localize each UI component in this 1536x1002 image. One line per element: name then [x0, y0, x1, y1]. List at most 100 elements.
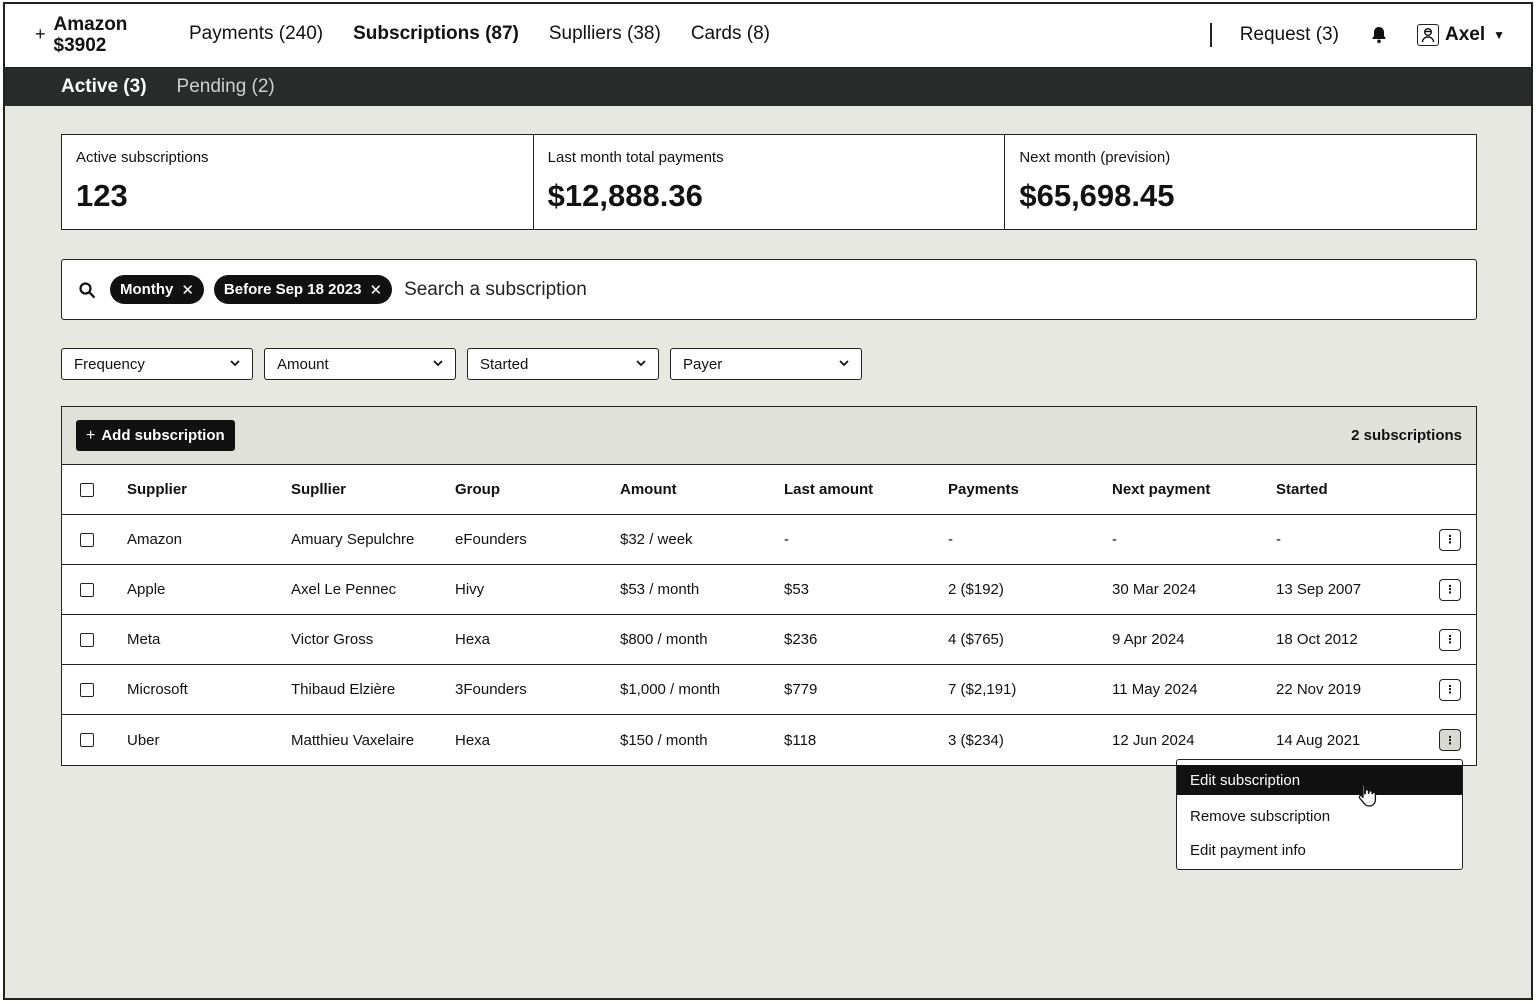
frequency-select[interactable]: Frequency [61, 348, 253, 380]
row-checkbox[interactable] [80, 733, 94, 747]
chevron-down-icon [433, 358, 443, 370]
chip-label: Before Sep 18 2023 [223, 281, 362, 298]
close-icon[interactable]: ✕ [369, 281, 382, 299]
cell-payments: 3 ($234) [948, 731, 1004, 749]
chevron-down-icon [839, 358, 849, 370]
top-nav: + Amazon $3902 Payments (240) Subscripti… [5, 4, 1531, 68]
cell-next-payment: - [1112, 531, 1117, 548]
cell-owner: Victor Gross [291, 631, 374, 648]
cell-supplier: Microsoft [127, 681, 188, 698]
cell-amount: $800 / month [620, 631, 708, 648]
cell-last-amount: - [784, 531, 789, 548]
row-checkbox[interactable] [80, 532, 94, 547]
stat-label: Last month total payments [547, 149, 724, 166]
more-options-icon[interactable]: ⋮ [1439, 628, 1461, 651]
stat-value: $65,698.45 [1019, 178, 1175, 213]
user-name: Axel [1444, 24, 1486, 45]
menu-item-edit-payment-info[interactable]: Edit payment info [1177, 833, 1462, 867]
cell-last-amount: $53 [784, 581, 810, 598]
tab-pending[interactable]: Pending (2) [177, 76, 275, 98]
tab-subscriptions[interactable]: Subscriptions (87) [353, 23, 519, 45]
search-input[interactable]: Search a subscription [404, 279, 587, 301]
user-menu[interactable]: Axel ▼ [1416, 24, 1505, 46]
stat-next-month-prevision: Next month (prevision) $65,698.45 [1005, 135, 1476, 229]
table-row[interactable]: Microsoft Thibaud Elzière 3Founders $1,0… [62, 665, 1476, 715]
menu-item-remove-subscription[interactable]: Remove subscription [1177, 799, 1462, 833]
cell-group: Hexa [455, 631, 491, 648]
table-row[interactable]: Apple Axel Le Pennec Hivy $53 / month $5… [62, 565, 1476, 615]
close-icon[interactable]: ✕ [181, 281, 194, 299]
row-checkbox[interactable] [80, 682, 94, 697]
cell-payments: 7 ($2,191) [948, 681, 1017, 698]
more-options-icon[interactable]: ⋮ [1439, 528, 1461, 551]
tab-suppliers[interactable]: Suplliers (38) [549, 23, 661, 45]
cell-supplier: Uber [127, 731, 160, 749]
cell-amount: $150 / month [620, 731, 708, 749]
cell-last-amount: $779 [784, 681, 818, 698]
select-all-checkbox[interactable] [80, 482, 94, 497]
tab-payments[interactable]: Payments (240) [189, 23, 323, 45]
select-label: Frequency [74, 355, 145, 373]
request-link[interactable]: Request (3) [1240, 24, 1339, 46]
column-header[interactable]: Amount [620, 481, 784, 498]
cell-started: 18 Oct 2012 [1276, 631, 1358, 648]
subscription-count: 2 subscriptions [1351, 427, 1462, 444]
cell-started: - [1276, 531, 1281, 548]
more-options-icon[interactable]: ⋮ [1439, 578, 1461, 601]
select-label: Started [480, 355, 529, 373]
cell-next-payment: 9 Apr 2024 [1112, 631, 1185, 648]
stat-last-month-payments: Last month total payments $12,888.36 [534, 135, 1006, 229]
column-header[interactable]: Last amount [784, 481, 948, 498]
more-options-icon[interactable]: ⋮ [1439, 678, 1461, 701]
cell-last-amount: $118 [784, 731, 817, 749]
bell-icon[interactable] [1369, 25, 1389, 45]
table-toolbar: + Add subscription 2 subscriptions [62, 407, 1476, 465]
stat-active-subscriptions: Active subscriptions 123 [62, 135, 534, 229]
cell-payments: - [948, 531, 953, 548]
column-header[interactable]: Group [455, 481, 620, 498]
column-header[interactable]: Supplier [127, 481, 291, 498]
filter-chip-frequency: Monthy ✕ [110, 275, 204, 304]
cell-payments: 2 ($192) [948, 581, 1004, 598]
stat-value: 123 [76, 178, 128, 213]
more-options-icon[interactable]: ⋮ [1439, 729, 1461, 751]
table-row[interactable]: Amazon Amuary Sepulchre eFounders $32 / … [62, 515, 1476, 565]
column-header[interactable]: Next payment [1112, 481, 1276, 498]
row-checkbox[interactable] [80, 632, 94, 647]
table-row[interactable]: Uber Matthieu Vaxelaire Hexa $150 / mont… [62, 715, 1476, 765]
column-header[interactable]: Payments [948, 481, 1112, 498]
payer-select[interactable]: Payer [670, 348, 862, 380]
add-subscription-button[interactable]: + Add subscription [76, 420, 235, 451]
row-context-menu: Edit subscription Remove subscription Ed… [1176, 759, 1463, 870]
stats-panel: Active subscriptions 123 Last month tota… [61, 134, 1477, 230]
select-label: Amount [277, 355, 329, 373]
row-checkbox[interactable] [80, 582, 94, 597]
cell-amount: $53 / month [620, 581, 700, 598]
cell-next-payment: 11 May 2024 [1112, 681, 1198, 698]
started-select[interactable]: Started [467, 348, 659, 380]
top-right-actions: Request (3) Axel ▼ [1209, 23, 1505, 47]
table-row[interactable]: Meta Victor Gross Hexa $800 / month $236… [62, 615, 1476, 665]
cell-owner: Matthieu Vaxelaire [291, 731, 415, 749]
menu-item-edit-subscription[interactable]: Edit subscription [1177, 765, 1462, 795]
cell-next-payment: 12 Jun 2024 [1112, 731, 1195, 749]
cell-payments: 4 ($765) [948, 631, 1004, 648]
cell-started: 22 Nov 2019 [1276, 681, 1362, 698]
chevron-down-icon [636, 358, 646, 370]
stat-label: Next month (prevision) [1019, 149, 1171, 166]
plus-icon: + [35, 23, 46, 44]
cell-owner: Amuary Sepulchre [291, 531, 415, 548]
tab-active[interactable]: Active (3) [61, 76, 147, 98]
search-bar[interactable]: Monthy ✕ Before Sep 18 2023 ✕ Search a s… [61, 259, 1477, 320]
amount-select[interactable]: Amount [264, 348, 456, 380]
caret-down-icon: ▼ [1493, 28, 1505, 42]
stat-value: $12,888.36 [547, 178, 703, 213]
workspace-switcher[interactable]: + Amazon $3902 [35, 14, 127, 56]
cell-started: 14 Aug 2021 [1276, 731, 1361, 749]
table-header-row: Supplier Supllier Group Amount Last amou… [62, 465, 1476, 515]
column-header[interactable]: Started [1276, 481, 1426, 498]
filter-bar: Frequency Amount Started Payer [61, 348, 862, 380]
column-header[interactable]: Supllier [291, 481, 455, 498]
tab-cards[interactable]: Cards (8) [691, 23, 770, 45]
chip-label: Monthy [120, 281, 174, 298]
